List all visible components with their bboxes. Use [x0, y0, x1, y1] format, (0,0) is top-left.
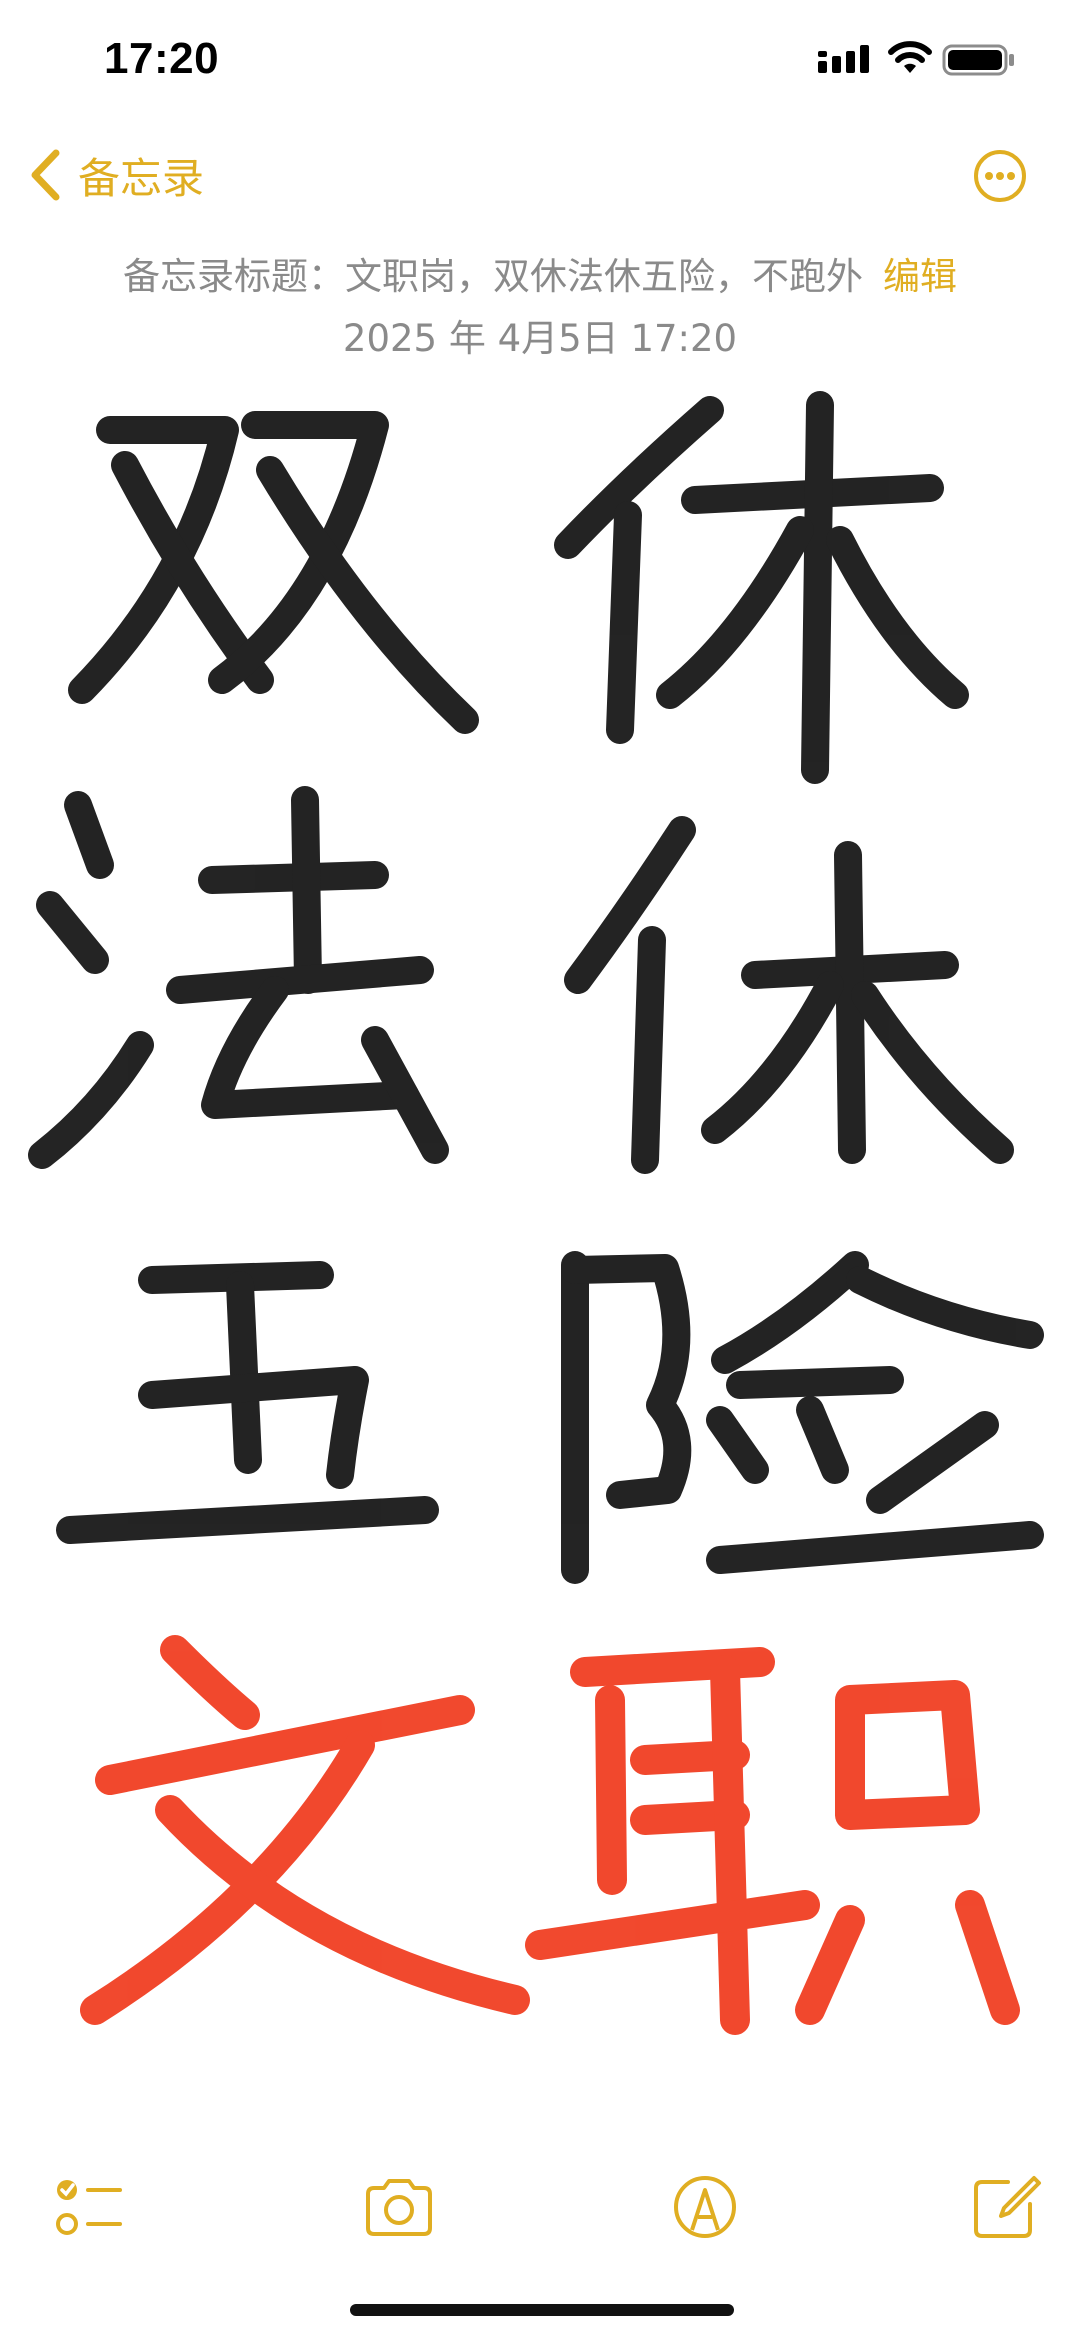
checklist-button[interactable] [52, 2170, 126, 2244]
note-title: 备忘录标题：文职岗，双休法休五险，不跑外 [123, 255, 863, 298]
handwriting-char-xian [561, 1251, 1044, 1584]
handwriting-char-fa [28, 786, 449, 1169]
back-button[interactable]: 备忘录 [30, 140, 204, 210]
markup-button[interactable] [668, 2170, 742, 2244]
status-time: 17:20 [104, 34, 220, 83]
more-options-button[interactable] [972, 148, 1028, 204]
note-date: 2025 年 4月5日 17:20 [342, 317, 738, 360]
camera-icon [366, 2179, 432, 2236]
compose-icon [974, 2176, 1041, 2238]
compose-button[interactable] [968, 2170, 1042, 2244]
note-title-line: 备忘录标题：文职岗，双休法休五险，不跑外 编辑 [0, 246, 1080, 300]
checklist-icon [56, 2180, 122, 2235]
handwriting-char-xiu-2 [564, 816, 1014, 1174]
handwriting-char-xiu-1 [554, 391, 969, 784]
back-label: 备忘录 [78, 153, 205, 203]
ellipsis-circle-icon [974, 150, 1026, 202]
chevron-left-icon [31, 149, 60, 201]
handwriting-char-wu [56, 1261, 439, 1544]
camera-button[interactable] [362, 2170, 436, 2244]
handwriting-char-wen [80, 1635, 530, 2025]
battery-icon [942, 44, 1014, 76]
edit-button[interactable]: 编辑 [883, 255, 957, 298]
wifi-icon [888, 41, 932, 73]
markup-pen-icon [674, 2176, 736, 2238]
handwriting-char-shuang [68, 411, 479, 734]
cellular-signal-icon [818, 45, 869, 73]
handwriting-char-zhi [525, 1647, 1020, 2035]
home-indicator [350, 2304, 734, 2316]
handwriting-canvas[interactable] [0, 370, 1080, 2090]
